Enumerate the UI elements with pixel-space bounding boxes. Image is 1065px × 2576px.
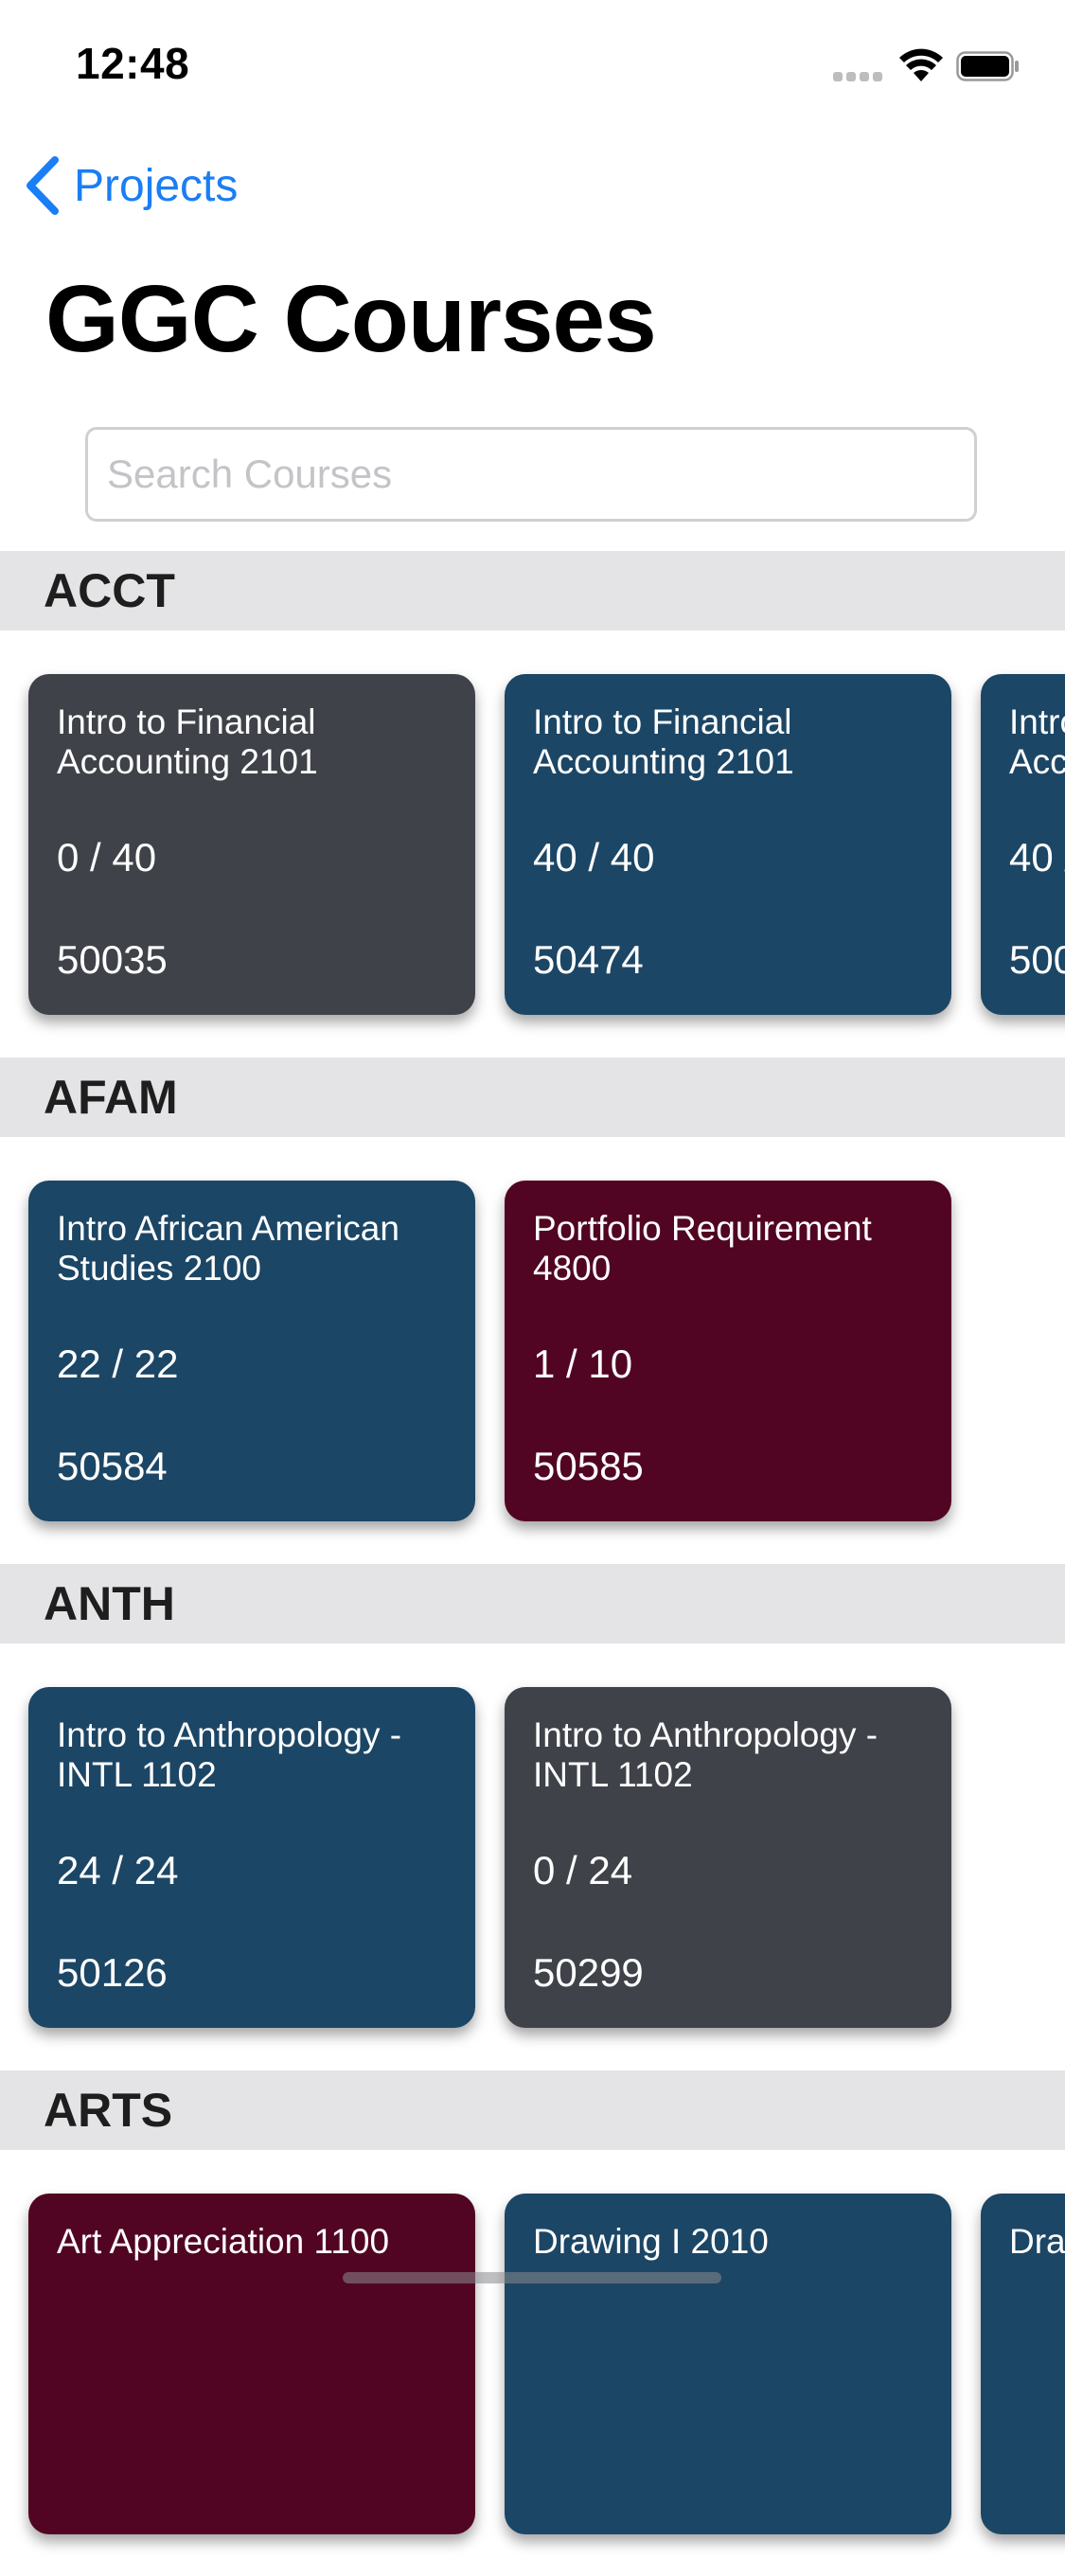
- course-card-row[interactable]: Art Appreciation 1100 Drawing I 2010 Drawi…: [0, 2150, 1065, 2576]
- course-seats: 40 / 40: [533, 835, 655, 879]
- course-card[interactable]: Drawing I 2010: [505, 2194, 951, 2534]
- course-card[interactable]: Drawing: [981, 2194, 1065, 2534]
- course-seats: 22 / 22: [57, 1341, 179, 1386]
- course-title: Drawing I 2010: [533, 2222, 769, 2261]
- course-crn: 50126: [57, 1950, 168, 1995]
- home-indicator[interactable]: [343, 2272, 721, 2283]
- course-card[interactable]: Intro to Anthropology - INTL 1102 0 / 24 5…: [505, 1687, 951, 2028]
- section-header: ARTS: [0, 2070, 1065, 2150]
- section-acct: ACCT Intro to Financial Accounting 2101 0 …: [0, 551, 1065, 1057]
- course-seats: 40 / 40: [1009, 835, 1065, 879]
- course-crn: 50474: [533, 937, 644, 982]
- chevron-left-icon: [27, 156, 59, 215]
- course-seats: 1 / 10: [533, 1341, 633, 1386]
- course-card[interactable]: Intro to Financial Accounting 2101 40 / 4…: [505, 674, 951, 1015]
- back-button[interactable]: Projects: [21, 151, 238, 220]
- course-title: Intro to Financial Accounting 2101: [533, 702, 794, 781]
- course-card-row[interactable]: Intro to Anthropology - INTL 1102 24 / 24…: [0, 1643, 1065, 2070]
- course-crn: 50000: [1009, 937, 1065, 982]
- course-card[interactable]: Portfolio Requirement 4800 1 / 10 50585: [505, 1181, 951, 1521]
- course-title: Intro to Financial Accounting 2101: [1009, 702, 1065, 781]
- course-title: Drawing: [1009, 2222, 1065, 2261]
- course-title: Intro to Financial Accounting 2101: [57, 702, 318, 781]
- course-crn: 50299: [533, 1950, 644, 1995]
- course-seats: 24 / 24: [57, 1848, 179, 1892]
- section-arts: ARTS Art Appreciation 1100 Drawing I 2010 D…: [0, 2070, 1065, 2576]
- battery-icon: [956, 51, 1019, 81]
- course-title: Intro to Anthropology - INTL 1102: [533, 1715, 879, 1794]
- course-card-row[interactable]: Intro African American Studies 2100 22 / …: [0, 1137, 1065, 1563]
- course-crn: 50585: [533, 1444, 644, 1488]
- course-card[interactable]: Intro to Financial Accounting 2101 0 / 40…: [28, 674, 475, 1015]
- course-card[interactable]: Intro African American Studies 2100 22 / …: [28, 1181, 475, 1521]
- course-title: Art Appreciation 1100: [57, 2222, 390, 2261]
- course-seats: 0 / 40: [57, 835, 157, 879]
- page-title: GGC Courses: [45, 266, 657, 372]
- course-card[interactable]: Intro to Financial Accounting 2101 40 / 4…: [981, 674, 1065, 1015]
- signal-strength-icon: [833, 72, 884, 81]
- course-title: Intro to Anthropology - INTL 1102: [57, 1715, 402, 1794]
- course-crn: 50584: [57, 1444, 168, 1488]
- course-card-row[interactable]: Intro to Financial Accounting 2101 0 / 40…: [0, 631, 1065, 1057]
- wifi-icon: [899, 48, 943, 81]
- course-card[interactable]: Art Appreciation 1100: [28, 2194, 475, 2534]
- section-afam: AFAM Intro African American Studies 2100 2…: [0, 1057, 1065, 1563]
- course-crn: 50035: [57, 937, 168, 982]
- section-header: AFAM: [0, 1057, 1065, 1137]
- course-seats: 0 / 24: [533, 1848, 633, 1892]
- status-bar: 12:48: [0, 0, 1065, 125]
- course-title: Intro African American Studies 2100: [57, 1209, 399, 1288]
- search-input[interactable]: [85, 427, 977, 522]
- course-card[interactable]: Intro to Anthropology - INTL 1102 24 / 24…: [28, 1687, 475, 2028]
- section-anth: ANTH Intro to Anthropology - INTL 1102 24 …: [0, 1564, 1065, 2070]
- section-header: ANTH: [0, 1564, 1065, 1643]
- section-header: ACCT: [0, 551, 1065, 631]
- back-button-label: Projects: [74, 160, 239, 211]
- course-title: Portfolio Requirement 4800: [533, 1209, 872, 1288]
- status-time: 12:48: [76, 39, 190, 88]
